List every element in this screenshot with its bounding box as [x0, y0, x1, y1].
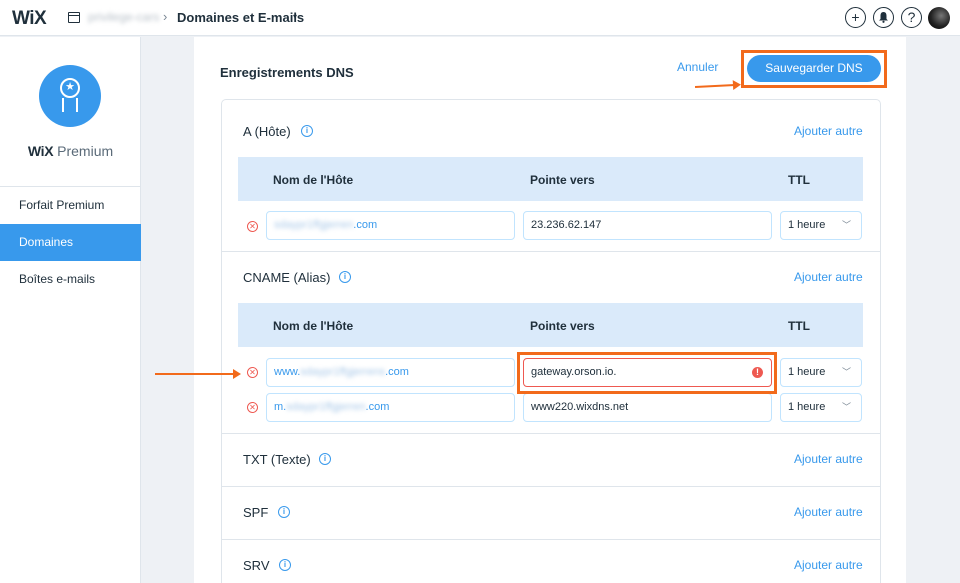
add-cname-record-link[interactable]: Ajouter autre [794, 270, 863, 284]
premium-badge-icon: ★ [39, 65, 101, 127]
ttl-select[interactable]: 1 heure ﹀ [780, 211, 862, 240]
sidebar-item-forfait-premium[interactable]: Forfait Premium [0, 187, 141, 224]
add-icon[interactable]: + [845, 7, 866, 28]
column-target: Pointe vers [530, 319, 595, 333]
breadcrumb-separator: › [163, 9, 168, 24]
highlight-target-field [517, 352, 777, 394]
info-icon[interactable]: i [279, 559, 291, 571]
cancel-button[interactable]: Annuler [677, 60, 718, 74]
delete-record-icon[interactable]: ✕ [247, 402, 258, 413]
divider [222, 486, 880, 487]
chevron-down-icon: ﹀ [841, 367, 851, 377]
help-icon[interactable]: ? [901, 7, 922, 28]
section-txt-title: TXT (Texte) [243, 452, 311, 467]
section-cname-title: CNAME (Alias) [243, 270, 331, 285]
bell-icon[interactable] [873, 7, 894, 28]
wix-logo[interactable]: WiX [12, 8, 47, 30]
section-spf-title: SPF [243, 505, 269, 520]
section-a-title: A (Hôte) [243, 124, 291, 139]
divider [222, 251, 880, 252]
ttl-select[interactable]: 1 heure ﹀ [780, 358, 862, 387]
site-icon [68, 12, 80, 23]
host-field[interactable]: www.sdaypr1ffgjerrens.com [266, 358, 515, 387]
info-icon[interactable]: i [278, 506, 290, 518]
table-header: Nom de l'Hôte Pointe vers TTL [238, 303, 863, 347]
column-ttl: TTL [788, 319, 810, 333]
chevron-down-icon: ﹀ [841, 402, 851, 412]
divider [222, 539, 880, 540]
column-host: Nom de l'Hôte [273, 173, 354, 187]
add-txt-record-link[interactable]: Ajouter autre [794, 452, 863, 466]
section-srv-title: SRV [243, 558, 270, 573]
brand-name: Premium [57, 143, 114, 159]
avatar[interactable] [928, 7, 950, 29]
page-title: Enregistrements DNS [220, 65, 354, 80]
breadcrumb-current[interactable]: Domaines et E-mails [177, 10, 304, 25]
chevron-down-icon[interactable]: ▾ [293, 12, 297, 21]
points-to-field[interactable]: 23.236.62.147 [523, 211, 772, 240]
sidebar-nav: Forfait Premium Domaines Boîtes e-mails [0, 186, 141, 298]
table-header: Nom de l'Hôte Pointe vers TTL [238, 157, 863, 201]
info-icon[interactable]: i [339, 271, 351, 283]
premium-brand: WiX Premium [0, 143, 141, 159]
top-bar: WiX privilege-cars › Domaines et E-mails… [0, 0, 960, 36]
delete-record-icon[interactable]: ✕ [247, 221, 258, 232]
info-icon[interactable]: i [301, 125, 313, 137]
delete-record-icon[interactable]: ✕ [247, 367, 258, 378]
add-srv-record-link[interactable]: Ajouter autre [794, 558, 863, 572]
site-name[interactable]: privilege-cars [88, 10, 159, 24]
add-spf-record-link[interactable]: Ajouter autre [794, 505, 863, 519]
host-field[interactable]: sdaypr1ffgjerren.com [266, 211, 515, 240]
highlight-save-button [741, 50, 887, 88]
brand-logo: WiX [27, 143, 54, 159]
sidebar: ★ WiX Premium Forfait Premium Domaines B… [0, 37, 141, 583]
column-target: Pointe vers [530, 173, 595, 187]
info-icon[interactable]: i [319, 453, 331, 465]
sidebar-item-boites-emails[interactable]: Boîtes e-mails [0, 261, 141, 298]
add-a-record-link[interactable]: Ajouter autre [794, 124, 863, 138]
host-field[interactable]: m.sdaypr1ffgjerren.com [266, 393, 515, 422]
ttl-select[interactable]: 1 heure ﹀ [780, 393, 862, 422]
arrow-annotation [155, 369, 241, 379]
column-host: Nom de l'Hôte [273, 319, 354, 333]
sidebar-item-domaines[interactable]: Domaines [0, 224, 141, 261]
column-ttl: TTL [788, 173, 810, 187]
points-to-field[interactable]: www220.wixdns.net [523, 393, 772, 422]
chevron-down-icon: ﹀ [841, 220, 851, 230]
divider [222, 433, 880, 434]
